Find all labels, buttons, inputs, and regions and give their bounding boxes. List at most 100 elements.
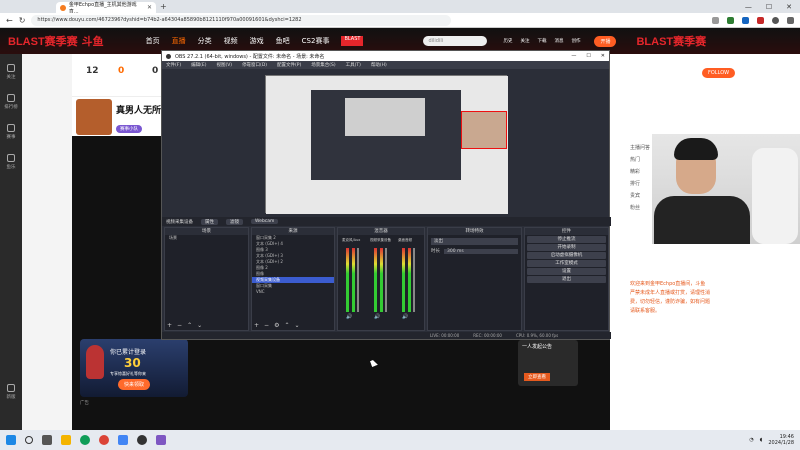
task-view-icon[interactable] bbox=[42, 435, 52, 445]
source-item[interactable]: VNC bbox=[252, 289, 334, 295]
streamer-avatar[interactable] bbox=[76, 99, 112, 135]
site-search-input[interactable]: dilidili bbox=[423, 36, 488, 46]
close-tab-icon[interactable]: ✕ bbox=[147, 4, 152, 11]
chrome-icon[interactable] bbox=[99, 435, 109, 445]
add-source-icon[interactable]: + bbox=[254, 322, 259, 329]
move-down-icon[interactable]: ⌄ bbox=[294, 322, 299, 329]
mute-icon[interactable]: 🔊 bbox=[402, 314, 408, 320]
obs-minimize-icon[interactable]: — bbox=[571, 53, 576, 59]
remove-source-icon[interactable]: − bbox=[264, 322, 269, 329]
nav-category[interactable]: 分类 bbox=[198, 36, 212, 46]
selected-source-box[interactable] bbox=[461, 111, 507, 149]
room-tag[interactable]: 赛事小队 bbox=[116, 125, 142, 133]
scene-item[interactable]: 场景 bbox=[165, 235, 248, 241]
minimize-icon[interactable]: — bbox=[745, 3, 752, 11]
menu-scene-collection[interactable]: 场景集合(S) bbox=[311, 62, 335, 68]
obs-maximize-icon[interactable]: ☐ bbox=[586, 53, 590, 59]
extension-icon[interactable] bbox=[742, 16, 749, 24]
obs-taskbar-icon[interactable] bbox=[137, 435, 147, 445]
nav-cs2[interactable]: CS2赛事 bbox=[302, 36, 330, 46]
move-up-icon[interactable]: ⌃ bbox=[284, 322, 289, 329]
rail-rank[interactable]: 排行榜 bbox=[4, 94, 18, 110]
reload-icon[interactable]: ↻ bbox=[19, 16, 26, 25]
edge-icon[interactable] bbox=[80, 435, 90, 445]
claim-button[interactable]: 快来领取 bbox=[118, 379, 151, 390]
url-field[interactable]: https://www.douyu.com/4672396?dyshid=b74… bbox=[31, 14, 452, 26]
filters-button[interactable]: 滤镜 bbox=[226, 218, 243, 225]
duration-input[interactable]: 300 ms bbox=[444, 248, 518, 254]
rail-fun[interactable]: 鱼乐 bbox=[7, 154, 16, 170]
search-icon[interactable] bbox=[25, 436, 33, 444]
back-icon[interactable]: ← bbox=[6, 16, 13, 25]
start-broadcast-button[interactable]: 开播 bbox=[594, 35, 617, 47]
menu-edit[interactable]: 编辑(E) bbox=[191, 62, 206, 68]
menu-file[interactable]: 文件(F) bbox=[166, 62, 181, 68]
view-announcement-button[interactable]: 立即查看 bbox=[524, 373, 550, 381]
store-icon[interactable] bbox=[118, 435, 128, 445]
remove-scene-icon[interactable]: − bbox=[177, 322, 182, 329]
star-icon[interactable] bbox=[712, 16, 719, 24]
mute-icon[interactable]: 🔊 bbox=[374, 314, 380, 320]
blast-banner[interactable]: BLAST赛季赛 bbox=[636, 33, 706, 49]
virtual-camera-button[interactable]: 启动虚拟摄像机 bbox=[527, 252, 606, 259]
source-settings-icon[interactable]: ⚙ bbox=[274, 322, 279, 329]
start-recording-button[interactable]: 开始录制 bbox=[527, 244, 606, 251]
start-icon[interactable] bbox=[6, 435, 16, 445]
file-explorer-icon[interactable] bbox=[61, 435, 71, 445]
extension-icon[interactable] bbox=[727, 16, 734, 24]
obs-preview[interactable] bbox=[265, 75, 508, 214]
menu-icon[interactable] bbox=[787, 16, 794, 24]
device-select[interactable]: Webcam bbox=[251, 219, 279, 224]
studio-mode-button[interactable]: 工作室模式 bbox=[527, 260, 606, 267]
volume-slider[interactable] bbox=[413, 248, 415, 312]
menu-tools[interactable]: 工具(T) bbox=[346, 62, 361, 68]
nav-yuba[interactable]: 鱼吧 bbox=[276, 36, 290, 46]
rail-follow[interactable]: 关注 bbox=[7, 64, 16, 80]
properties-button[interactable]: 属性 bbox=[201, 218, 218, 225]
announcement-card[interactable]: 一人发起公告 立即查看 bbox=[518, 340, 578, 386]
site-logo[interactable]: BLAST赛季赛 bbox=[8, 33, 78, 49]
history-button[interactable]: 历史 bbox=[503, 38, 512, 44]
move-up-icon[interactable]: ⌃ bbox=[187, 322, 192, 329]
download-button[interactable]: 下载 bbox=[537, 38, 546, 44]
extension-icon[interactable] bbox=[757, 16, 764, 24]
follow-list-button[interactable]: 关注 bbox=[520, 38, 529, 44]
wifi-icon[interactable]: ◔ bbox=[749, 437, 753, 443]
transition-select[interactable]: 淡出 bbox=[431, 238, 518, 245]
volume-slider[interactable] bbox=[385, 248, 387, 312]
heart-icon bbox=[7, 64, 15, 72]
mute-icon[interactable]: 🔊 bbox=[346, 314, 352, 320]
douyu-logo[interactable]: 斗鱼 bbox=[82, 33, 104, 49]
rail-events[interactable]: 赛事 bbox=[7, 124, 16, 140]
add-scene-icon[interactable]: + bbox=[167, 322, 172, 329]
follow-button[interactable]: FOLLOW bbox=[702, 68, 736, 78]
promo-badge[interactable]: BLAST bbox=[341, 36, 364, 46]
browser-tab[interactable]: 金甲Echpo直播_主机其他游戏直... ✕ bbox=[56, 2, 156, 15]
profile-icon[interactable] bbox=[772, 16, 779, 24]
volume-icon[interactable]: ◖ bbox=[760, 437, 763, 443]
stop-streaming-button[interactable]: 停止推流 bbox=[527, 236, 606, 243]
volume-slider[interactable] bbox=[357, 248, 359, 312]
settings-button[interactable]: 设置 bbox=[527, 268, 606, 275]
nav-games[interactable]: 游戏 bbox=[250, 36, 264, 46]
clock[interactable]: 19:46 2024/1/28 bbox=[768, 434, 794, 446]
menu-view[interactable]: 视图(V) bbox=[216, 62, 232, 68]
app-icon[interactable] bbox=[156, 435, 166, 445]
move-down-icon[interactable]: ⌄ bbox=[197, 322, 202, 329]
create-button[interactable]: 创作 bbox=[571, 38, 580, 44]
maximize-icon[interactable]: ☐ bbox=[766, 3, 772, 11]
messages-button[interactable]: 消息 bbox=[554, 38, 563, 44]
login-reward-ad[interactable]: 你已累计登录 30 专享惊喜好礼等你来 快来领取 bbox=[80, 339, 188, 397]
menu-help[interactable]: 帮助(H) bbox=[371, 62, 387, 68]
menu-profile[interactable]: 配置文件(P) bbox=[277, 62, 301, 68]
obs-close-icon[interactable]: ✕ bbox=[601, 53, 605, 59]
nav-live[interactable]: 直播 bbox=[172, 36, 186, 46]
exit-button[interactable]: 退出 bbox=[527, 276, 606, 283]
close-window-icon[interactable]: ✕ bbox=[786, 3, 792, 11]
nav-video[interactable]: 视频 bbox=[224, 36, 238, 46]
new-tab-button[interactable]: + bbox=[160, 2, 167, 11]
nav-home[interactable]: 首页 bbox=[146, 36, 160, 46]
menu-docks[interactable]: 停靠窗口(D) bbox=[242, 62, 267, 68]
address-bar: ← ↻ https://www.douyu.com/4672396?dyshid… bbox=[0, 13, 800, 28]
rail-new[interactable]: 新版 bbox=[7, 384, 16, 400]
